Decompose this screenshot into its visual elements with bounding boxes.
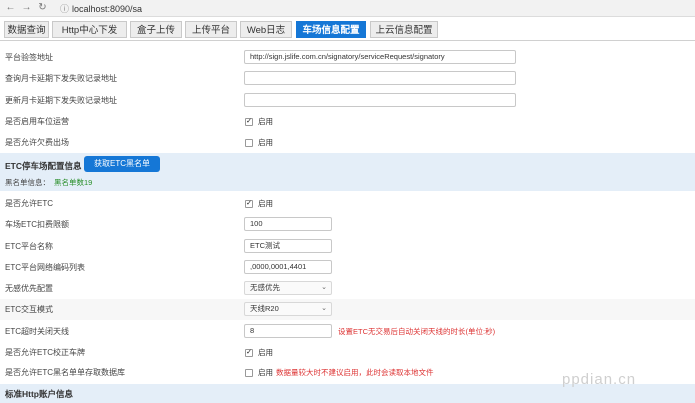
field-label: 是否允许ETC校正车牌: [5, 348, 85, 357]
forward-arrow-icon[interactable]: →: [21, 2, 32, 13]
row-platform-name: ETC平台名称 ETC测试: [0, 236, 695, 256]
checkbox-unchecked-icon[interactable]: [245, 138, 253, 147]
platform-sign-url-input[interactable]: http://sign.jslife.com.cn/signatory/serv…: [244, 50, 516, 64]
chevron-down-icon: ⌄: [321, 284, 327, 291]
checkbox-checked-icon[interactable]: ✓: [245, 348, 253, 357]
no-sense-priority-select[interactable]: 无感优先 ⌄: [244, 281, 332, 295]
watermark: ppdian.cn: [562, 371, 637, 388]
blacklist-count: 黑名单数19: [54, 178, 93, 187]
row-timeout-close: ETC超时关闭天线 8 设置ETC无交易后自动关闭天线的时长(单位:秒): [0, 321, 695, 341]
row-query-monthcard-url: 查询月卡延期下发失败记录地址: [0, 68, 695, 88]
timeout-note: 设置ETC无交易后自动关闭天线的时长(单位:秒): [338, 327, 496, 336]
query-monthcard-url-input[interactable]: [244, 71, 516, 85]
row-update-monthcard-url: 更新月卡延期下发失败记录地址: [0, 90, 695, 110]
allow-etc-checkbox[interactable]: ✓ 启用: [245, 198, 273, 209]
tab-cloud-config[interactable]: 上云信息配置: [370, 21, 438, 38]
row-allow-correct-plate: 是否允许ETC校正车牌 ✓ 启用: [0, 343, 695, 361]
network-codes-input[interactable]: ,0000,0001,4401: [244, 260, 332, 274]
field-label: 无感优先配置: [5, 284, 53, 293]
row-no-sense-priority: 无感优先配置 无感优先 ⌄: [0, 278, 695, 298]
select-value: 无感优先: [250, 283, 280, 292]
etc-section-header: ETC停车场配置信息 获取ETC黑名单 黑名单信息： 黑名单数19: [0, 153, 695, 191]
allow-correct-plate-checkbox[interactable]: ✓ 启用: [245, 347, 273, 358]
field-label: 更新月卡延期下发失败记录地址: [5, 96, 117, 105]
blacklist-info: 黑名单信息： 黑名单数19: [5, 177, 92, 188]
url-text: localhost:8090/sa: [72, 4, 143, 14]
tab-parking-config[interactable]: 车场信息配置: [296, 21, 366, 38]
field-label: 平台验签地址: [5, 53, 53, 62]
field-label: ETC平台网络编码列表: [5, 263, 85, 272]
enable-space-ops-checkbox[interactable]: ✓ 启用: [245, 116, 273, 127]
chevron-down-icon: ⌄: [321, 305, 327, 312]
tab-strip: 数据查询 Http中心下发 盒子上传 上传平台 Web日志 车场信息配置 上云信…: [0, 19, 695, 41]
section-title: ETC停车场配置信息: [5, 161, 82, 171]
tab-box-upload[interactable]: 盒子上传: [130, 21, 182, 38]
row-allow-owe-exit: 是否允许欠费出场 启用: [0, 133, 695, 151]
update-monthcard-url-input[interactable]: [244, 93, 516, 107]
platform-name-input[interactable]: ETC测试: [244, 239, 332, 253]
tab-web-log[interactable]: Web日志: [240, 21, 292, 38]
checkbox-unchecked-icon[interactable]: [245, 368, 253, 377]
checkbox-label: 启用: [258, 368, 273, 377]
address-bar[interactable]: ⓘ localhost:8090/sa: [60, 2, 142, 15]
get-etc-blacklist-button[interactable]: 获取ETC黑名单: [84, 156, 160, 172]
checkbox-label: 启用: [258, 117, 273, 126]
blacklist-db-checkbox[interactable]: 启用: [245, 367, 273, 378]
row-enable-space-ops: 是否启用车位运营 ✓ 启用: [0, 112, 695, 130]
field-label: ETC交互模式: [5, 305, 53, 314]
checkbox-checked-icon[interactable]: ✓: [245, 117, 253, 126]
info-icon: ⓘ: [60, 4, 70, 14]
field-label: 是否允许ETC: [5, 199, 53, 208]
blacklist-label: 黑名单信息：: [5, 178, 50, 187]
row-interaction-mode: ETC交互模式 天线R20 ⌄: [0, 299, 695, 320]
section-title: 标准Http账户信息: [5, 389, 73, 399]
field-label: 是否启用车位运营: [5, 117, 69, 126]
row-allow-etc: 是否允许ETC ✓ 启用: [0, 194, 695, 212]
checkbox-label: 启用: [258, 348, 273, 357]
checkbox-label: 启用: [258, 138, 273, 147]
field-label: 是否允许ETC黑名单单存取数据库: [5, 368, 125, 377]
select-value: 天线R20: [250, 304, 279, 313]
checkbox-checked-icon[interactable]: ✓: [245, 199, 253, 208]
back-arrow-icon[interactable]: ←: [5, 2, 16, 13]
field-label: ETC超时关闭天线: [5, 327, 69, 336]
blacklist-db-note: 数据量较大时不建议启用，此时会读取本地文件: [276, 368, 434, 377]
tab-upload-platform[interactable]: 上传平台: [185, 21, 237, 38]
interaction-mode-select[interactable]: 天线R20 ⌄: [244, 302, 332, 316]
timeout-close-input[interactable]: 8: [244, 324, 332, 338]
browser-toolbar: ← → ↻ ⓘ localhost:8090/sa: [0, 0, 695, 17]
row-deduct-limit: 车场ETC扣费限额 100: [0, 214, 695, 234]
field-label: ETC平台名称: [5, 242, 53, 251]
reload-icon[interactable]: ↻: [37, 2, 48, 13]
field-label: 车场ETC扣费限额: [5, 220, 69, 229]
deduct-limit-input[interactable]: 100: [244, 217, 332, 231]
row-network-codes: ETC平台网络编码列表 ,0000,0001,4401: [0, 257, 695, 277]
field-label: 查询月卡延期下发失败记录地址: [5, 74, 117, 83]
checkbox-label: 启用: [258, 199, 273, 208]
tab-http-dispatch[interactable]: Http中心下发: [52, 21, 127, 38]
allow-owe-exit-checkbox[interactable]: 启用: [245, 137, 273, 148]
row-platform-sign-url: 平台验签地址 http://sign.jslife.com.cn/signato…: [0, 47, 695, 67]
field-label: 是否允许欠费出场: [5, 138, 69, 147]
tab-data-query[interactable]: 数据查询: [4, 21, 49, 38]
